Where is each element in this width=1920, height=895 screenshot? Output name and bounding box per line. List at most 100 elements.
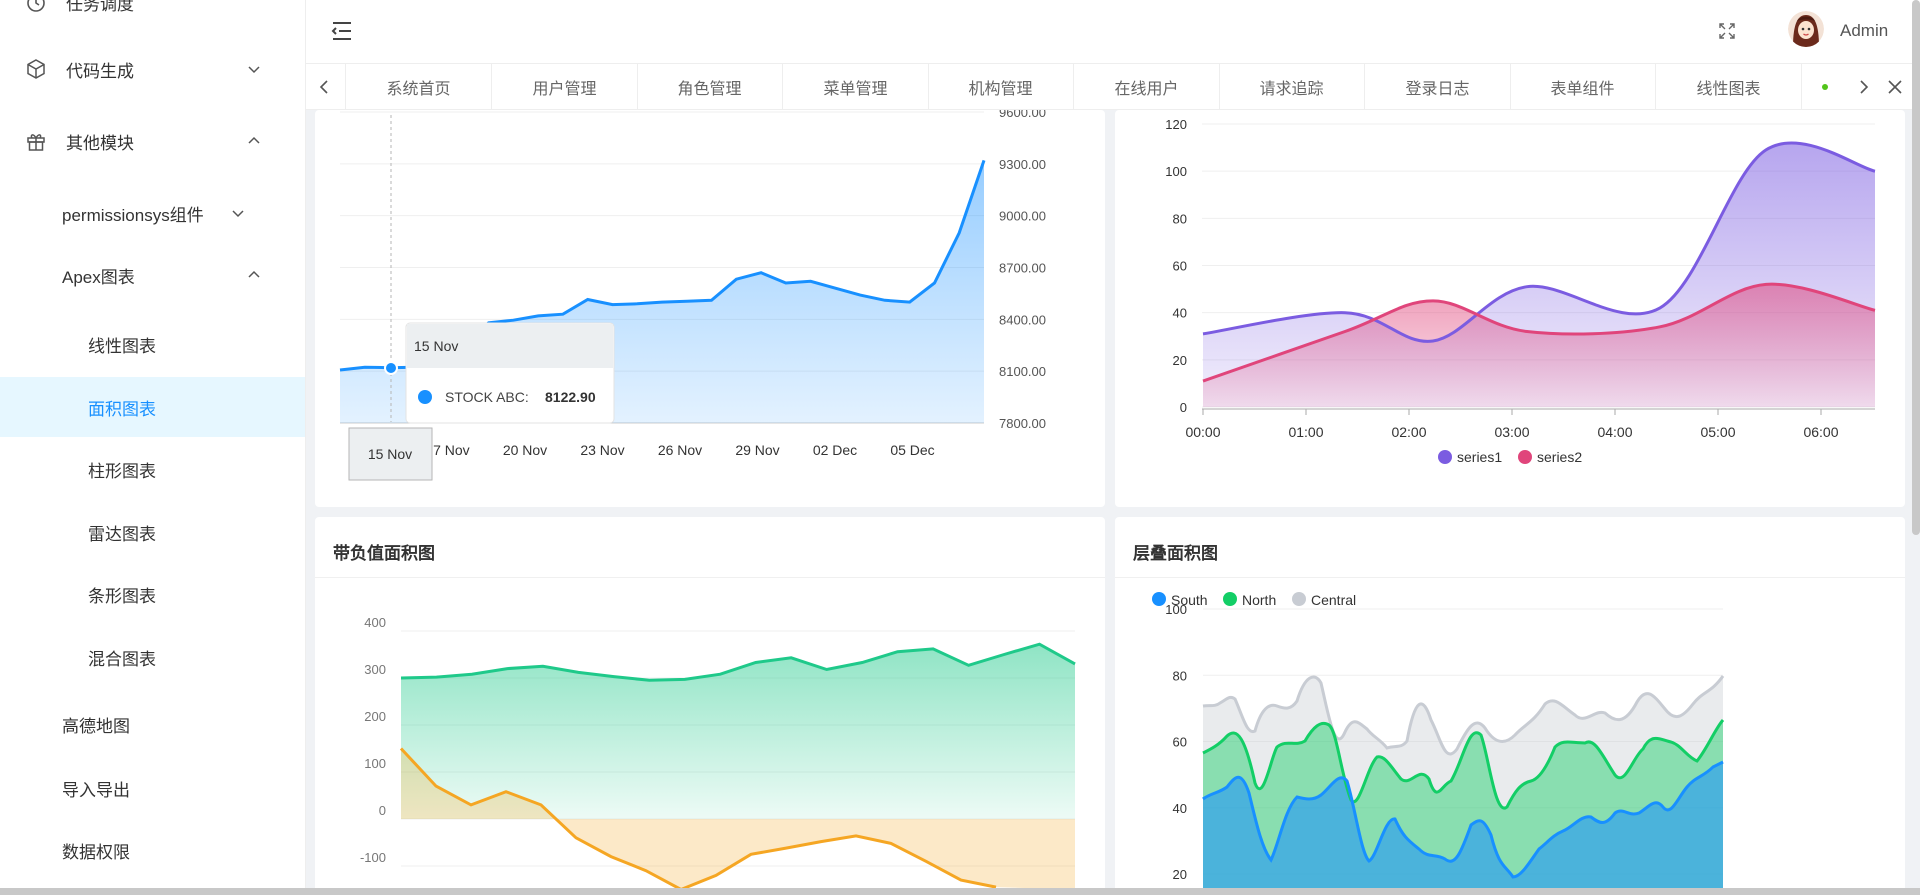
y-tick-label: 60 <box>1173 259 1187 274</box>
sidebar-item-apex-charts[interactable]: Apex图表 <box>0 245 305 305</box>
sidebar-item-label: 混合图表 <box>88 649 156 669</box>
legend-label-series2[interactable]: series2 <box>1537 449 1582 465</box>
sidebar-item-area-chart[interactable]: 面积图表 <box>0 377 305 437</box>
y-tick-label: 8100.00 <box>999 364 1046 379</box>
sidebar-item-task-schedule[interactable]: 任务调度 <box>0 0 305 32</box>
legend-marker-series2[interactable] <box>1518 450 1532 464</box>
x-tick-label: 29 Nov <box>735 442 779 458</box>
sidebar-item-import-export[interactable]: 导入导出 <box>0 758 305 818</box>
sidebar-item-label: 雷达图表 <box>88 524 156 544</box>
y-tick-label: 300 <box>364 662 386 677</box>
chevron-down-icon <box>248 66 260 74</box>
sidebar-item-data-permission[interactable]: 数据权限 <box>0 820 305 880</box>
sidebar-item-radar-chart[interactable]: 雷达图表 <box>0 502 305 562</box>
top-header: Admin <box>306 0 1920 64</box>
sidebar-item-bar-chart[interactable]: 条形图表 <box>0 564 305 624</box>
legend-marker-south[interactable] <box>1152 592 1166 606</box>
chevron-right-icon[interactable] <box>1854 77 1874 97</box>
tab-home[interactable]: 系统首页 <box>346 64 492 110</box>
y-tick-label: 100 <box>1165 602 1187 617</box>
y-tick-label: 0 <box>379 803 386 818</box>
sidebar-item-label: 导入导出 <box>62 780 130 800</box>
sidebar-item-code-gen[interactable]: 代码生成 <box>0 39 305 99</box>
tooltip-series: STOCK ABC: <box>445 389 529 405</box>
legend: series1 series2 <box>1438 449 1582 465</box>
chevron-up-icon <box>248 136 260 144</box>
sidebar-item-mixed-chart[interactable]: 混合图表 <box>0 627 305 687</box>
y-tick-label: 9000.00 <box>999 209 1046 224</box>
spline-area-chart: 00:00 01:00 02:00 03:00 04:00 05:00 06:00 0 20 4… <box>1165 117 1876 465</box>
chevron-left-icon[interactable] <box>314 77 334 97</box>
hover-marker <box>384 361 398 375</box>
y-tick-label: 80 <box>1173 668 1187 683</box>
gift-icon <box>27 134 45 151</box>
y-tick-label: 200 <box>364 709 386 724</box>
x-tick-label: 06:00 <box>1803 424 1838 440</box>
tab-line-charts[interactable]: 线性图表 <box>1656 64 1802 110</box>
tab-login-log[interactable]: 登录日志 <box>1365 64 1511 110</box>
sidebar-item-column-chart[interactable]: 柱形图表 <box>0 439 305 499</box>
x-tick-label: 01:00 <box>1288 424 1323 440</box>
x-tick-label: 02:00 <box>1391 424 1426 440</box>
sidebar-item-permissionsys[interactable]: permissionsys组件 <box>0 183 305 243</box>
avatar[interactable] <box>1788 11 1824 47</box>
vertical-scrollbar[interactable] <box>1912 0 1920 535</box>
y-tick-label: 40 <box>1173 801 1187 816</box>
legend-marker-north[interactable] <box>1223 592 1237 606</box>
tab-orgs[interactable]: 机构管理 <box>928 64 1074 110</box>
tab-roles[interactable]: 角色管理 <box>637 64 783 110</box>
sidebar: 任务调度 代码生成 其他模块 permissionsys组件 Apex图表 线性… <box>0 0 306 895</box>
sidebar-item-label: 柱形图表 <box>88 461 156 481</box>
y-tick-label: 9600.00 <box>999 110 1046 120</box>
legend-marker-series1[interactable] <box>1438 450 1452 464</box>
sidebar-item-label: 其他模块 <box>66 133 134 153</box>
sidebar-item-label: 条形图表 <box>88 586 156 606</box>
y-tick-label: 8400.00 <box>999 312 1046 327</box>
tab-active-dot <box>1822 84 1828 90</box>
legend-label-central[interactable]: Central <box>1311 592 1356 608</box>
legend-marker-central[interactable] <box>1292 592 1306 606</box>
horizontal-scrollbar[interactable] <box>0 888 1920 895</box>
tab-form-components[interactable]: 表单组件 <box>1510 64 1656 110</box>
chevron-up-icon <box>248 270 260 278</box>
x-tick-label: 26 Nov <box>658 442 702 458</box>
crosshair-date: 15 Nov <box>368 446 412 462</box>
sidebar-item-label: 数据权限 <box>62 842 130 862</box>
tab-bar: 系统首页 用户管理 角色管理 菜单管理 机构管理 在线用户 请求追踪 登录日志 … <box>306 64 1920 110</box>
y-tick-label: 100 <box>364 756 386 771</box>
x-tick-label: 00:00 <box>1185 424 1220 440</box>
y-tick-label: -100 <box>360 850 386 865</box>
stock-area-card: 14 Nov17 Nov20 Nov23 Nov26 Nov29 Nov02 D… <box>315 110 1105 507</box>
y-tick-label: 60 <box>1173 735 1187 750</box>
stacked-area-chart: South North Central 20406080100 <box>1152 592 1725 895</box>
y-tick-label: 40 <box>1173 306 1187 321</box>
tab-request-trace[interactable]: 请求追踪 <box>1219 64 1365 110</box>
sidebar-item-line-chart[interactable]: 线性图表 <box>0 314 305 374</box>
tab-online-users[interactable]: 在线用户 <box>1074 64 1220 110</box>
legend-label-series1[interactable]: series1 <box>1457 449 1502 465</box>
user-name[interactable]: Admin <box>1840 21 1888 41</box>
tab-users[interactable]: 用户管理 <box>492 64 638 110</box>
sidebar-item-amap[interactable]: 高德地图 <box>0 694 305 754</box>
fullscreen-icon[interactable] <box>1718 22 1736 40</box>
y-tick-label: 8700.00 <box>999 261 1046 276</box>
tab-menus[interactable]: 菜单管理 <box>783 64 929 110</box>
menu-fold-icon[interactable] <box>330 20 354 42</box>
x-tick-label: 05 Dec <box>890 442 934 458</box>
close-icon[interactable] <box>1885 77 1905 97</box>
sidebar-item-label: 线性图表 <box>88 336 156 356</box>
x-tick-label: 02 Dec <box>813 442 857 458</box>
stacked-area-card: 层叠面积图 South North Central 20 40 60 80 100 <box>1115 517 1905 895</box>
x-tick-label: 23 Nov <box>580 442 624 458</box>
crosshair-xlabel: 15 Nov <box>348 427 433 481</box>
sidebar-item-other-modules[interactable]: 其他模块 <box>0 111 305 171</box>
tooltip-date: 15 Nov <box>414 338 458 354</box>
sidebar-item-label: 任务调度 <box>66 0 134 14</box>
avatar-image <box>1788 11 1824 47</box>
tooltip: 15 Nov STOCK ABC: 8122.90 <box>405 322 615 424</box>
legend-label-north[interactable]: North <box>1242 592 1276 608</box>
negative-area-chart: 400 300 200 100 0 -100 <box>360 615 1076 892</box>
y-tick-label: 7800.00 <box>999 416 1046 431</box>
y-tick-label: 20 <box>1173 867 1187 882</box>
y-tick-label: 20 <box>1173 353 1187 368</box>
